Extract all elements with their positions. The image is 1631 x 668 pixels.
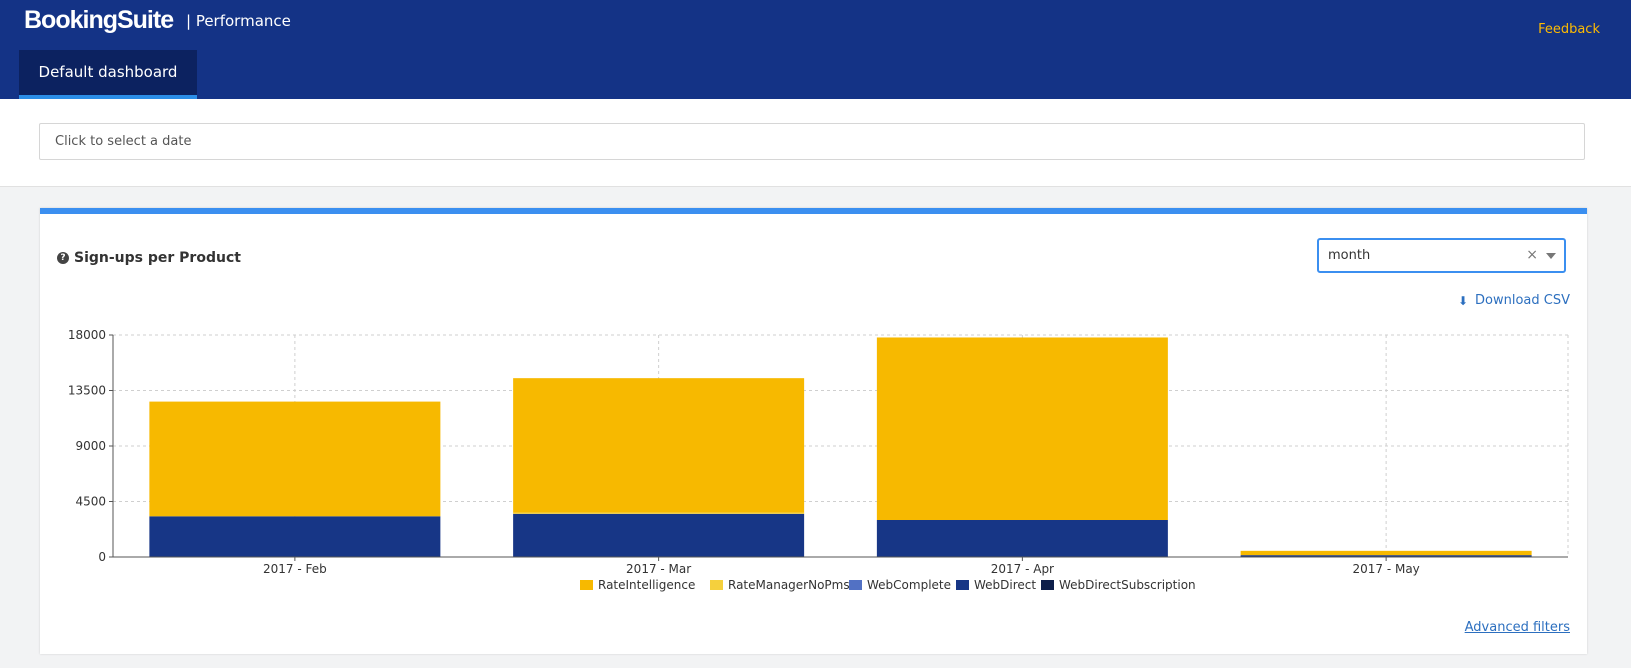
legend-swatch (1041, 580, 1054, 590)
feedback-link[interactable]: Feedback (1538, 22, 1600, 37)
legend-swatch (849, 580, 862, 590)
bar-webdirect (513, 513, 805, 557)
y-tick-label: 13500 (68, 384, 106, 398)
bar-webdirect (876, 520, 1168, 557)
download-icon: ⬇ (1457, 293, 1469, 308)
legend-swatch (710, 580, 723, 590)
bar-rateintelligence (876, 337, 1168, 520)
bar-rateintelligence (513, 378, 805, 513)
top-bar: BookingSuite | Performance Feedback Defa… (0, 0, 1631, 99)
x-tick-label: 2017 - Feb (263, 562, 327, 576)
download-csv-link[interactable]: ⬇ Download CSV (1458, 293, 1570, 308)
question-circle-icon[interactable]: ? (57, 252, 69, 264)
period-select[interactable]: month × (1317, 238, 1566, 273)
y-tick-label: 4500 (75, 495, 106, 509)
x-tick-label: 2017 - Mar (626, 562, 691, 576)
legend-label: RateIntelligence (598, 578, 695, 592)
app-logo[interactable]: BookingSuite (24, 6, 174, 35)
period-select-value: month (1328, 248, 1371, 263)
clear-icon[interactable]: × (1526, 240, 1538, 271)
bar-rateintelligence (1240, 550, 1532, 556)
tab-default-dashboard[interactable]: Default dashboard (19, 50, 197, 99)
section-title: | Performance (186, 12, 291, 30)
signups-card: ? Sign-ups per Product month × ⬇ Downloa… (40, 208, 1587, 654)
advanced-filters-link[interactable]: Advanced filters (1465, 620, 1570, 635)
legend-label: WebDirect (974, 578, 1036, 592)
y-tick-label: 18000 (68, 328, 106, 342)
card-title: ? Sign-ups per Product (57, 250, 241, 266)
bar-rateintelligence (149, 401, 441, 517)
bar-webdirect (149, 516, 441, 557)
legend-label: WebComplete (867, 578, 951, 592)
date-picker-input[interactable]: Click to select a date (39, 123, 1585, 160)
download-csv-label: Download CSV (1475, 293, 1570, 308)
y-tick-label: 0 (98, 550, 106, 564)
date-filter-bar: Click to select a date (0, 99, 1631, 187)
signups-bar-chart: 0 4500 9000 13500 18000 2017 - Feb 2017 - Mar 2… (68, 328, 1569, 592)
bar-ratemanagernopms (513, 512, 805, 514)
legend-swatch (956, 580, 969, 590)
chevron-down-icon[interactable] (1546, 253, 1556, 259)
x-tick-label: 2017 - May (1352, 562, 1419, 576)
card-title-text: Sign-ups per Product (74, 250, 241, 266)
x-tick-label: 2017 - Apr (991, 562, 1054, 576)
legend-label: RateManagerNoPms (728, 578, 850, 592)
y-tick-label: 9000 (75, 439, 106, 453)
legend-label: WebDirectSubscription (1059, 578, 1196, 592)
legend-swatch (580, 580, 593, 590)
